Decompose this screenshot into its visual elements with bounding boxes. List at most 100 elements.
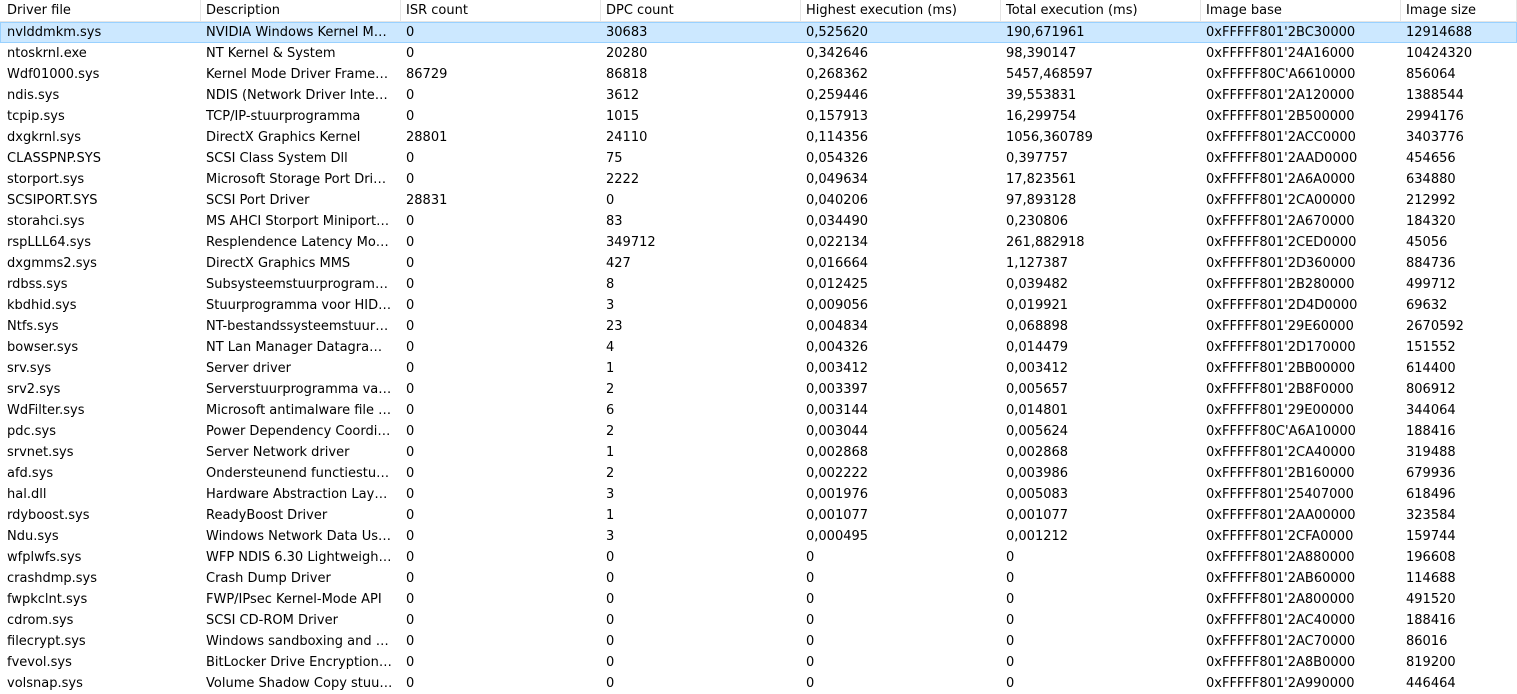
cell-description: Server driver (206, 361, 292, 376)
table-row[interactable]: wfplwfs.sys WFP NDIS 6.30 Lightweight ...… (0, 547, 1517, 568)
cell-highest-execution: 0,012425 (806, 277, 869, 292)
cell-image-base: 0xFFFFF801'2BC30000 (1206, 25, 1356, 40)
table-row[interactable]: hal.dll Hardware Abstraction Layer ... 0 3 0… (0, 484, 1517, 505)
table-row[interactable]: CLASSPNP.SYS SCSI Class System Dll 0 75 0,05… (0, 148, 1517, 169)
cell-highest-execution: 0 (806, 592, 815, 607)
cell-highest-execution: 0 (806, 634, 815, 649)
cell-driver-file: tcpip.sys (7, 109, 65, 124)
cell-highest-execution: 0,034490 (806, 214, 869, 229)
cell-isr-count: 0 (406, 466, 415, 481)
cell-image-size: 618496 (1406, 487, 1456, 502)
cell-total-execution: 0,001077 (1006, 508, 1069, 523)
cell-image-size: 69632 (1406, 298, 1448, 313)
cell-description: Power Dependency Coordin... (206, 424, 398, 439)
table-row[interactable]: tcpip.sys TCP/IP-stuurprogramma 0 1015 0,157… (0, 106, 1517, 127)
cell-isr-count: 0 (406, 214, 415, 229)
table-row[interactable]: srvnet.sys Server Network driver 0 1 0,00286… (0, 442, 1517, 463)
cell-dpc-count: 6 (606, 403, 615, 418)
table-row[interactable]: ntoskrnl.exe NT Kernel & System 0 20280 0,34… (0, 43, 1517, 64)
cell-image-base: 0xFFFFF801'2AC40000 (1206, 613, 1356, 628)
table-row[interactable]: Ntfs.sys NT-bestandssysteemstuurpr... 0 23 0… (0, 316, 1517, 337)
cell-driver-file: kbdhid.sys (7, 298, 77, 313)
cell-description: Crash Dump Driver (206, 571, 331, 586)
table-row[interactable]: srv2.sys Serverstuurprogramma van... 0 2 0,0… (0, 379, 1517, 400)
cell-highest-execution: 0,016664 (806, 256, 869, 271)
cell-description: NDIS (Network Driver Interf... (206, 88, 397, 103)
cell-description: NVIDIA Windows Kernel Mod... (206, 25, 401, 40)
column-header-total-execution[interactable]: Total execution (ms) (1001, 0, 1201, 21)
table-row[interactable]: rspLLL64.sys Resplendence Latency Monit..… (0, 232, 1517, 253)
cell-image-size: 1388544 (1406, 88, 1464, 103)
cell-dpc-count: 427 (606, 256, 631, 271)
table-row[interactable]: dxgkrnl.sys DirectX Graphics Kernel 28801 2… (0, 127, 1517, 148)
cell-image-base: 0xFFFFF801'2D360000 (1206, 256, 1356, 271)
table-row[interactable]: srv.sys Server driver 0 1 0,003412 0,003412 0x… (0, 358, 1517, 379)
cell-isr-count: 28831 (406, 193, 448, 208)
cell-highest-execution: 0,268362 (806, 67, 869, 82)
cell-total-execution: 0,005624 (1006, 424, 1069, 439)
cell-highest-execution: 0,054326 (806, 151, 869, 166)
table-row[interactable]: fwpkclnt.sys FWP/IPsec Kernel-Mode API 0 0 0… (0, 589, 1517, 610)
cell-isr-count: 0 (406, 235, 415, 250)
cell-isr-count: 0 (406, 88, 415, 103)
table-row[interactable]: volsnap.sys Volume Shadow Copy stuur... 0 0… (0, 673, 1517, 694)
cell-description: Serverstuurprogramma van... (206, 382, 399, 397)
table-row[interactable]: SCSIPORT.SYS SCSI Port Driver 28831 0 0,0402… (0, 190, 1517, 211)
table-row[interactable]: crashdmp.sys Crash Dump Driver 0 0 0 0 0xFFFFF… (0, 568, 1517, 589)
column-header-isr-count[interactable]: ISR count (401, 0, 601, 21)
table-row[interactable]: storport.sys Microsoft Storage Port Drive… (0, 169, 1517, 190)
cell-description: Stuurprogramma voor HID-... (206, 298, 396, 313)
table-row[interactable]: fvevol.sys BitLocker Drive Encryption ...… (0, 652, 1517, 673)
column-header-image-base[interactable]: Image base (1201, 0, 1401, 21)
cell-highest-execution: 0,004834 (806, 319, 869, 334)
table-row[interactable]: afd.sys Ondersteunend functiestuur... 0 2 0,… (0, 463, 1517, 484)
cell-isr-count: 0 (406, 529, 415, 544)
cell-highest-execution: 0,003044 (806, 424, 869, 439)
cell-highest-execution: 0,342646 (806, 46, 869, 61)
column-header-driver-file[interactable]: Driver file (0, 0, 201, 21)
cell-total-execution: 0,002868 (1006, 445, 1069, 460)
table-header: Driver file Description ISR count DPC co… (0, 0, 1517, 22)
cell-dpc-count: 1 (606, 361, 615, 376)
cell-image-base: 0xFFFFF801'2A120000 (1206, 88, 1355, 103)
cell-description: DirectX Graphics MMS (206, 256, 351, 271)
cell-description: Kernel Mode Driver Framew... (206, 67, 398, 82)
cell-description: Windows Network Data Usa... (206, 529, 399, 544)
column-header-highest-execution[interactable]: Highest execution (ms) (801, 0, 1001, 21)
column-header-dpc-count[interactable]: DPC count (601, 0, 801, 21)
cell-isr-count: 0 (406, 613, 415, 628)
column-header-image-size[interactable]: Image size (1401, 0, 1517, 21)
cell-driver-file: srv2.sys (7, 382, 61, 397)
cell-description: Subsysteemstuurprogramm... (206, 277, 400, 292)
table-row[interactable]: WdFilter.sys Microsoft antimalware file s… (0, 400, 1517, 421)
column-header-description[interactable]: Description (201, 0, 401, 21)
cell-driver-file: Wdf01000.sys (7, 67, 100, 82)
cell-total-execution: 0,014801 (1006, 403, 1069, 418)
table-row[interactable]: storahci.sys MS AHCI Storport Miniport D.… (0, 211, 1517, 232)
table-row[interactable]: rdbss.sys Subsysteemstuurprogramm... 0 8 0,0… (0, 274, 1517, 295)
cell-driver-file: cdrom.sys (7, 613, 74, 628)
table-row[interactable]: kbdhid.sys Stuurprogramma voor HID-... 0 3 0… (0, 295, 1517, 316)
table-row[interactable]: bowser.sys NT Lan Manager Datagram ... 0 4 0… (0, 337, 1517, 358)
cell-image-size: 806912 (1406, 382, 1456, 397)
table-row[interactable]: ndis.sys NDIS (Network Driver Interf... 0 3… (0, 85, 1517, 106)
cell-highest-execution: 0,000495 (806, 529, 869, 544)
table-row[interactable]: rdyboost.sys ReadyBoost Driver 0 1 0,001077 0… (0, 505, 1517, 526)
cell-driver-file: dxgkrnl.sys (7, 130, 82, 145)
table-row[interactable]: cdrom.sys SCSI CD-ROM Driver 0 0 0 0 0xFFFFF80… (0, 610, 1517, 631)
cell-description: SCSI CD-ROM Driver (206, 613, 338, 628)
cell-total-execution: 97,893128 (1006, 193, 1077, 208)
table-row[interactable]: dxgmms2.sys DirectX Graphics MMS 0 427 0,016… (0, 253, 1517, 274)
cell-description: NT Kernel & System (206, 46, 336, 61)
cell-total-execution: 0,005657 (1006, 382, 1069, 397)
cell-image-base: 0xFFFFF801'2A8B0000 (1206, 655, 1356, 670)
table-row[interactable]: Wdf01000.sys Kernel Mode Driver Framew...… (0, 64, 1517, 85)
table-row[interactable]: nvlddmkm.sys NVIDIA Windows Kernel Mod...… (0, 22, 1517, 43)
cell-description: Server Network driver (206, 445, 350, 460)
cell-total-execution: 0 (1006, 571, 1015, 586)
table-row[interactable]: pdc.sys Power Dependency Coordin... 0 2 0,00… (0, 421, 1517, 442)
cell-highest-execution: 0 (806, 571, 815, 586)
table-row[interactable]: filecrypt.sys Windows sandboxing and e...… (0, 631, 1517, 652)
driver-table: Driver file Description ISR count DPC co… (0, 0, 1517, 691)
table-row[interactable]: Ndu.sys Windows Network Data Usa... 0 3 0,00… (0, 526, 1517, 547)
